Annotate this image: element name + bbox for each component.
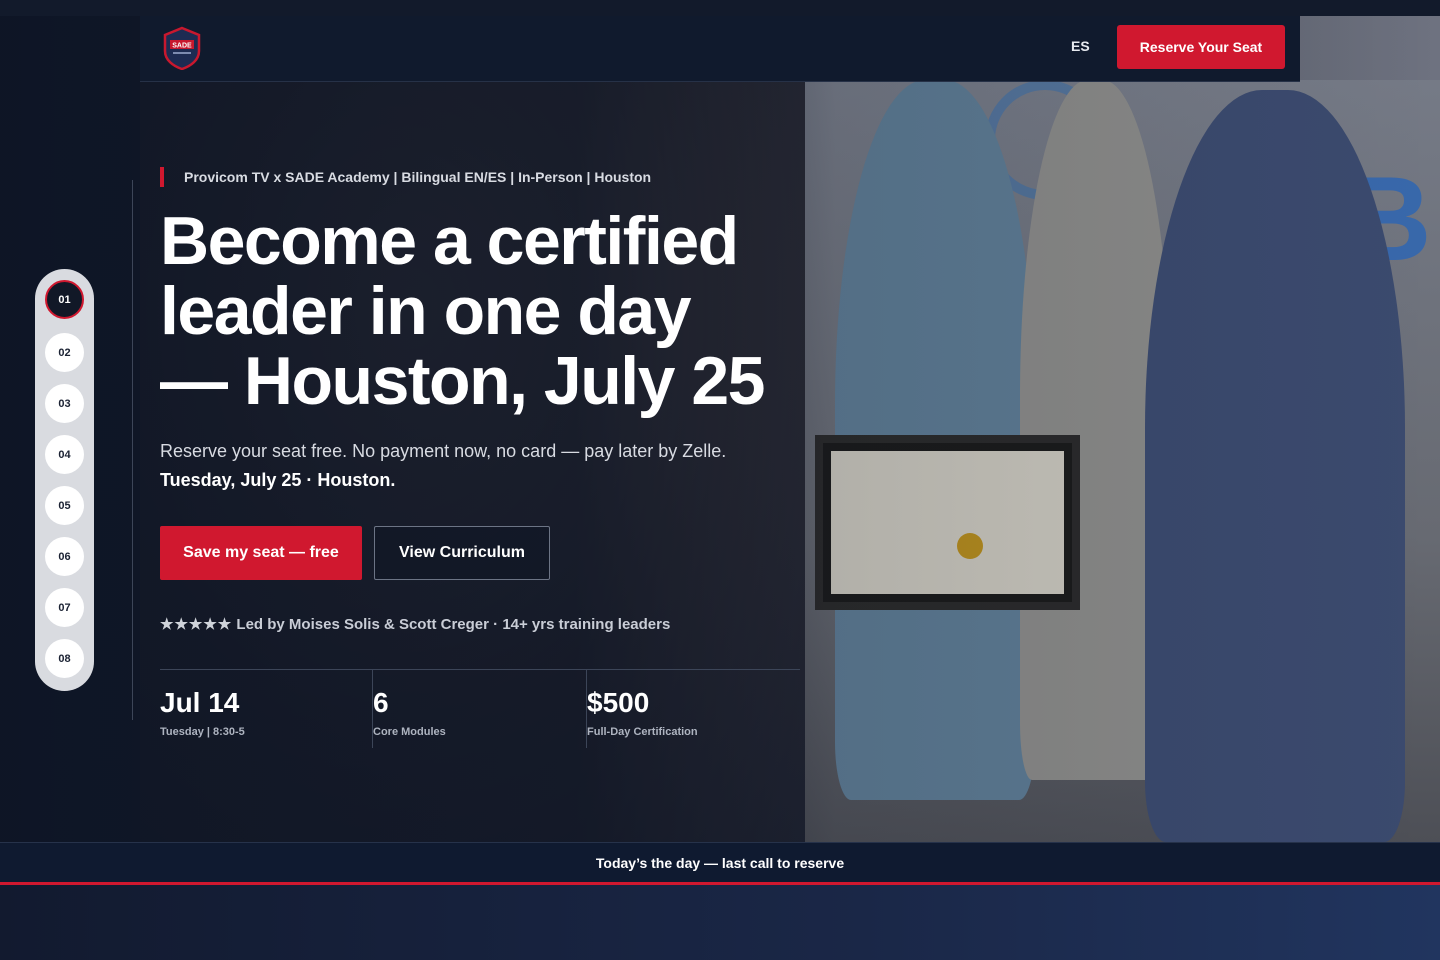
hero-subtext: Reserve your seat free. No payment now, … <box>160 441 727 461</box>
stat-label: Tuesday | 8:30-5 <box>160 726 245 738</box>
navbar: SADE ES Reserve Your Seat <box>140 16 1300 82</box>
step-01[interactable]: 01 <box>45 280 84 319</box>
shield-logo-icon[interactable]: SADE <box>162 26 202 71</box>
urgency-banner: Today’s the day — last call to reserve <box>0 842 1440 882</box>
save-seat-button[interactable]: Save my seat — free <box>160 526 362 580</box>
step-04[interactable]: 04 <box>45 435 84 474</box>
divider-line <box>132 180 133 720</box>
trust-text: Led by Moises Solis & Scott Creger · 14+… <box>236 616 671 633</box>
step-06[interactable]: 06 <box>45 537 84 576</box>
step-03[interactable]: 03 <box>45 384 84 423</box>
reserve-seat-button[interactable]: Reserve Your Seat <box>1117 25 1285 69</box>
step-02[interactable]: 02 <box>45 333 84 372</box>
stat-value: 6 <box>373 687 389 718</box>
hero-eyebrow: Provicom TV x SADE Academy | Bilingual E… <box>160 167 651 187</box>
next-section <box>0 885 1440 960</box>
stats-divider <box>160 669 800 670</box>
headline-line: leader in one day <box>160 273 692 349</box>
stat-value: Jul 14 <box>160 687 240 718</box>
headline-line: Become a certified <box>160 203 739 279</box>
stat-label: Core Modules <box>373 726 446 738</box>
step-08[interactable]: 08 <box>45 639 84 678</box>
hero-date-location: Tuesday, July 25 · Houston. <box>160 470 396 490</box>
stat-label: Full-Day Certification <box>587 726 698 738</box>
step-05[interactable]: 05 <box>45 486 84 525</box>
star-rating-icon: ★★★★★ <box>160 616 233 633</box>
language-toggle[interactable]: ES <box>1071 38 1090 54</box>
trust-line: ★★★★★ Led by Moises Solis & Scott Creger… <box>160 615 670 633</box>
view-curriculum-button[interactable]: View Curriculum <box>374 526 550 580</box>
top-strip <box>0 0 1440 16</box>
section-stepper: 01 02 03 04 05 06 07 08 <box>35 269 94 691</box>
stat-value: $500 <box>587 687 650 718</box>
hero-headline: Become a certified leader in one day — H… <box>160 206 860 416</box>
headline-line: — Houston, July 25 <box>160 343 766 419</box>
svg-text:SADE: SADE <box>172 43 192 50</box>
step-07[interactable]: 07 <box>45 588 84 627</box>
